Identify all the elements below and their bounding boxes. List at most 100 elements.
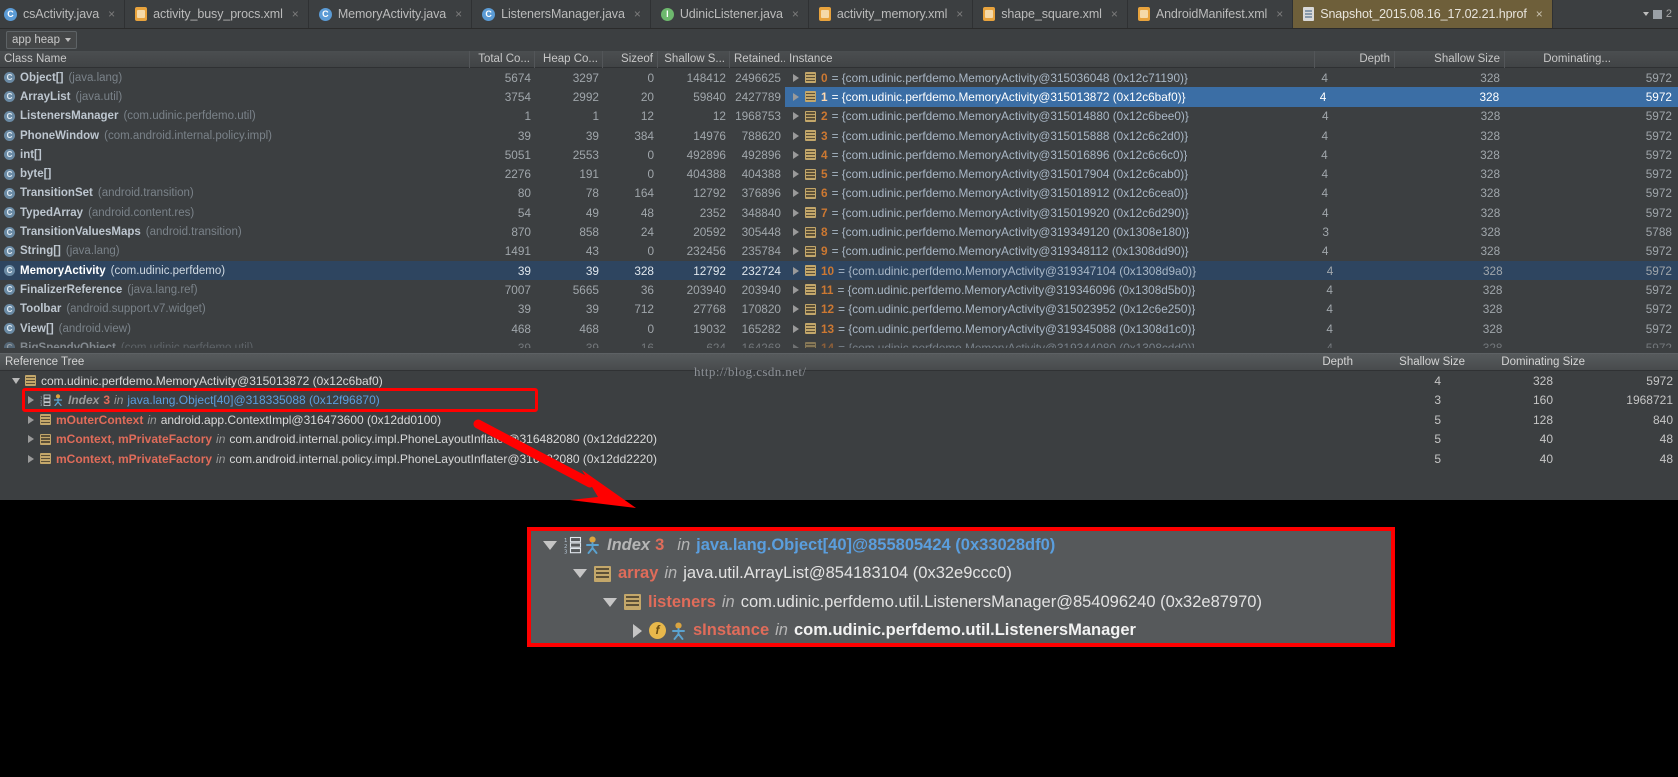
editor-tab-androidmanifest[interactable]: AndroidManifest.xml × [1128, 0, 1293, 28]
array-icon [40, 414, 51, 425]
expand-arrow-icon[interactable] [793, 132, 799, 140]
chevron-down-icon[interactable] [1643, 12, 1649, 16]
list-item[interactable]: 14 = {com.udinic.perfdemo.MemoryActivity… [785, 338, 1678, 348]
cell-shallow-size: 12 [658, 109, 730, 123]
column-header-retained-size[interactable]: Retained... [730, 51, 785, 68]
expand-arrow-icon[interactable] [793, 344, 799, 348]
column-header-shallow-size[interactable]: Shallow Size [1395, 51, 1505, 68]
callout-row-index[interactable]: 1 2 3 Index 3 in java.lang.Object[40]@85… [531, 531, 1391, 560]
expand-arrow-icon[interactable] [793, 189, 799, 197]
tab-list-icon[interactable] [1653, 10, 1662, 19]
editor-tab-shape-square[interactable]: shape_square.xml × [973, 0, 1128, 28]
close-icon[interactable]: × [455, 7, 462, 21]
close-icon[interactable]: × [956, 7, 963, 21]
list-item[interactable]: 13 = {com.udinic.perfdemo.MemoryActivity… [785, 319, 1678, 338]
column-header-heap-count[interactable]: Heap Co... [535, 51, 603, 68]
column-header-depth[interactable]: Depth [1290, 356, 1358, 368]
list-item[interactable]: 8 = {com.udinic.perfdemo.MemoryActivity@… [785, 222, 1678, 241]
reference-tree-row-field[interactable]: mContext, mPrivateFactory in com.android… [0, 430, 1678, 450]
list-item[interactable]: 4 = {com.udinic.perfdemo.MemoryActivity@… [785, 145, 1678, 164]
expand-arrow-icon[interactable] [28, 435, 34, 443]
cell-shallow-size: 328 [1446, 374, 1558, 388]
expand-arrow-icon[interactable] [793, 247, 799, 255]
list-item[interactable]: 9 = {com.udinic.perfdemo.MemoryActivity@… [785, 242, 1678, 261]
list-item[interactable]: 10 = {com.udinic.perfdemo.MemoryActivity… [785, 261, 1678, 280]
editor-tab-listenersmanager[interactable]: C ListenersManager.java × [472, 0, 651, 28]
column-header-total-count[interactable]: Total Co... [470, 51, 535, 68]
expand-arrow-icon[interactable] [793, 74, 799, 82]
expand-arrow-icon[interactable] [793, 112, 799, 120]
cell-dominating-size: 5972 [1568, 322, 1678, 336]
editor-tab-csactivity[interactable]: C csActivity.java × [0, 0, 125, 28]
list-item[interactable]: 6 = {com.udinic.perfdemo.MemoryActivity@… [785, 184, 1678, 203]
expand-arrow-icon[interactable] [28, 396, 34, 404]
callout-row-array[interactable]: array in java.util.ArrayList@854183104 (… [531, 560, 1391, 589]
expand-arrow-icon[interactable] [793, 93, 799, 101]
editor-tab-udiniclistener[interactable]: I UdinicListener.java × [651, 0, 809, 28]
reference-tree-row-field[interactable]: mOuterContext in android.app.ContextImpl… [0, 410, 1678, 430]
column-header-class-name[interactable]: Class Name [0, 51, 470, 68]
collapse-arrow-icon[interactable] [543, 541, 557, 550]
list-item[interactable]: 3 = {com.udinic.perfdemo.MemoryActivity@… [785, 126, 1678, 145]
list-item[interactable]: 0 = {com.udinic.perfdemo.MemoryActivity@… [785, 68, 1678, 87]
column-header-instance[interactable]: Instance [785, 51, 1315, 68]
heap-selector-dropdown[interactable]: app heap [6, 31, 77, 49]
close-icon[interactable]: × [792, 7, 799, 21]
tab-overflow-control[interactable]: 2 [1637, 0, 1678, 28]
class-name: byte[] [20, 168, 51, 180]
list-item[interactable]: 12 = {com.udinic.perfdemo.MemoryActivity… [785, 300, 1678, 319]
expand-arrow-icon[interactable] [28, 455, 34, 463]
expand-arrow-icon[interactable] [633, 624, 642, 638]
collapse-arrow-icon[interactable] [603, 598, 617, 607]
reference-field-name: mContext, mPrivateFactory [56, 432, 212, 446]
collapse-arrow-icon[interactable] [573, 569, 587, 578]
expand-arrow-icon[interactable] [793, 151, 799, 159]
expand-arrow-icon[interactable] [28, 416, 34, 424]
expand-arrow-icon[interactable] [793, 286, 799, 294]
expand-arrow-icon[interactable] [793, 209, 799, 217]
reference-tree-row-field[interactable]: mContext, mPrivateFactory in com.android… [0, 449, 1678, 469]
editor-tab-memoryactivity[interactable]: C MemoryActivity.java × [309, 0, 472, 28]
xml-file-icon [819, 7, 831, 21]
reference-tree-row-index[interactable]: 1 2 3 [0, 391, 1678, 411]
column-header-dominating-size[interactable]: Dominating Size [1470, 356, 1590, 368]
cell-retained-size: 203940 [730, 283, 785, 297]
reference-target-link[interactable]: java.lang.Object[40]@855805424 (0x33028d… [696, 536, 1055, 555]
heap-selector-label: app heap [12, 34, 60, 46]
expand-arrow-icon[interactable] [793, 305, 799, 313]
close-icon[interactable]: × [1536, 7, 1543, 21]
cell-retained-size: 348840 [730, 206, 785, 220]
reference-tree-title: Reference Tree [0, 356, 1290, 368]
close-icon[interactable]: × [634, 7, 641, 21]
expand-arrow-icon[interactable] [793, 170, 799, 178]
cell-shallow-size: 2352 [658, 206, 730, 220]
list-item[interactable]: 11 = {com.udinic.perfdemo.MemoryActivity… [785, 280, 1678, 299]
collapse-arrow-icon[interactable] [12, 378, 20, 384]
column-header-shallow-size[interactable]: Shallow S... [658, 51, 730, 68]
editor-tab-activity-busy-procs[interactable]: activity_busy_procs.xml × [125, 0, 309, 28]
editor-tab-activity-memory[interactable]: activity_memory.xml × [809, 0, 973, 28]
column-header-dominating-size[interactable]: Dominating... [1505, 51, 1615, 68]
column-header-shallow-size[interactable]: Shallow Size [1358, 356, 1470, 368]
expand-arrow-icon[interactable] [793, 267, 799, 275]
cell-shallow-size: 19032 [658, 322, 730, 336]
expand-arrow-icon[interactable] [793, 228, 799, 236]
callout-row-listeners[interactable]: listeners in com.udinic.perfdemo.util.Li… [531, 588, 1391, 617]
index-list-icon: 1 2 3 [564, 536, 582, 554]
close-icon[interactable]: × [1276, 7, 1283, 21]
list-item[interactable]: 2 = {com.udinic.perfdemo.MemoryActivity@… [785, 107, 1678, 126]
list-item-selected[interactable]: 1 = {com.udinic.perfdemo.MemoryActivity@… [785, 87, 1678, 106]
column-header-sizeof[interactable]: Sizeof [603, 51, 658, 68]
cell-depth: 5 [1378, 432, 1446, 446]
expand-arrow-icon[interactable] [793, 325, 799, 333]
callout-row-sinstance[interactable]: f sInstance in com.udinic.perfdemo.util.… [531, 617, 1391, 646]
reference-tree-row-root[interactable]: com.udinic.perfdemo.MemoryActivity@31501… [0, 371, 1678, 391]
editor-tab-snapshot-hprof[interactable]: Snapshot_2015.08.16_17.02.21.hprof × [1293, 0, 1553, 28]
close-icon[interactable]: × [292, 7, 299, 21]
close-icon[interactable]: × [1111, 7, 1118, 21]
reference-target-link[interactable]: java.lang.Object[40]@318335088 (0x12f968… [127, 393, 379, 407]
close-icon[interactable]: × [108, 7, 115, 21]
column-header-depth[interactable]: Depth [1315, 51, 1395, 68]
list-item[interactable]: 7 = {com.udinic.perfdemo.MemoryActivity@… [785, 203, 1678, 222]
list-item[interactable]: 5 = {com.udinic.perfdemo.MemoryActivity@… [785, 164, 1678, 183]
